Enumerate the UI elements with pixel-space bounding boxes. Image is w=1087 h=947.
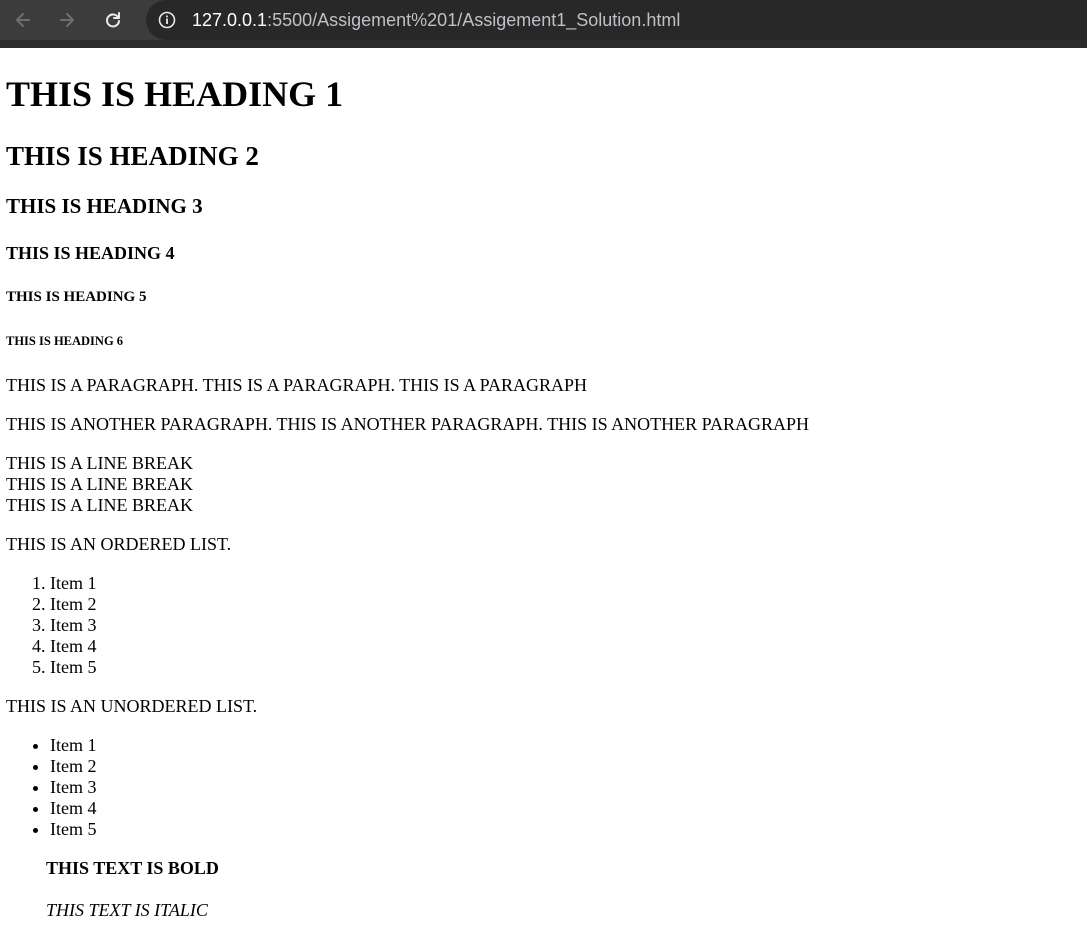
formatted-text-block: THIS TEXT IS BOLD THIS TEXT IS ITALIC [6, 858, 1087, 921]
ordered-list-item: Item 1 [50, 573, 1087, 594]
unordered-list-intro: THIS IS AN UNORDERED LIST. [6, 696, 258, 716]
address-bar[interactable]: 127.0.0.1:5500/Assigement%201/Assigement… [146, 0, 1087, 40]
back-button[interactable] [9, 6, 37, 34]
line-break-text-2: THIS IS A LINE BREAK [6, 474, 194, 494]
italic-text: THIS TEXT IS ITALIC [46, 900, 208, 920]
unordered-list-item: Item 4 [50, 798, 1087, 819]
unordered-list-item: Item 2 [50, 756, 1087, 777]
url-host: 127.0.0.1 [192, 9, 268, 30]
arrow-right-icon [60, 13, 74, 27]
ordered-list: Item 1 Item 2 Item 3 Item 4 Item 5 [6, 573, 1087, 678]
heading-2: THIS IS HEADING 2 [6, 141, 259, 171]
heading-4: THIS IS HEADING 4 [6, 243, 175, 263]
reload-button[interactable] [99, 6, 127, 34]
url-text[interactable]: 127.0.0.1:5500/Assigement%201/Assigement… [192, 10, 680, 31]
page-content: THIS IS HEADING 1 THIS IS HEADING 2 THIS… [0, 73, 1087, 921]
line-break-text-1: THIS IS A LINE BREAK [6, 453, 194, 473]
ordered-list-intro: THIS IS AN ORDERED LIST. [6, 534, 232, 554]
unordered-list: Item 1 Item 2 Item 3 Item 4 Item 5 [6, 735, 1087, 840]
unordered-list-item: Item 3 [50, 777, 1087, 798]
heading-5: THIS IS HEADING 5 [6, 289, 147, 305]
unordered-list-item: Item 5 [50, 819, 1087, 840]
line-break-block: THIS IS A LINE BREAK THIS IS A LINE BREA… [6, 453, 1087, 516]
bold-text: THIS TEXT IS BOLD [46, 858, 219, 878]
forward-button[interactable] [53, 6, 81, 34]
info-icon[interactable] [158, 11, 176, 29]
unordered-list-item: Item 1 [50, 735, 1087, 756]
line-break-text-3: THIS IS A LINE BREAK [6, 495, 194, 515]
url-path: :5500/Assigement%201/Assigement1_Solutio… [267, 9, 681, 30]
ordered-list-item: Item 5 [50, 657, 1087, 678]
heading-3: THIS IS HEADING 3 [6, 194, 203, 218]
heading-6: THIS IS HEADING 6 [6, 334, 124, 348]
browser-toolbar: 127.0.0.1:5500/Assigement%201/Assigement… [0, 0, 1087, 48]
ordered-list-item: Item 2 [50, 594, 1087, 615]
arrow-left-icon [16, 13, 30, 27]
paragraph-2: THIS IS ANOTHER PARAGRAPH. THIS IS ANOTH… [6, 414, 809, 434]
ordered-list-item: Item 3 [50, 615, 1087, 636]
heading-1: THIS IS HEADING 1 [6, 74, 344, 114]
paragraph-1: THIS IS A PARAGRAPH. THIS IS A PARAGRAPH… [6, 375, 588, 395]
ordered-list-item: Item 4 [50, 636, 1087, 657]
reload-icon [106, 12, 120, 28]
